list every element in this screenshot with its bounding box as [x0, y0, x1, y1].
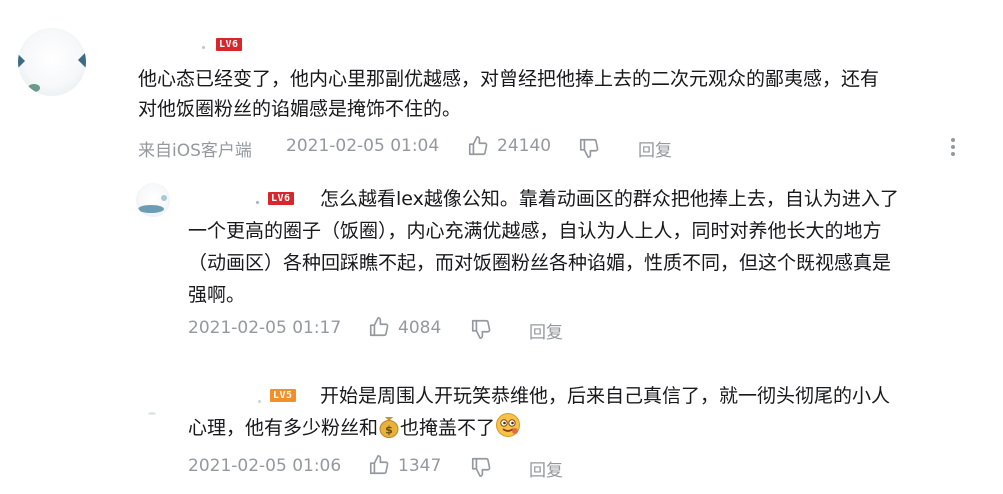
reply-timestamp: 2021-02-05 01:06: [188, 456, 342, 476]
like-count: 1347: [398, 456, 442, 476]
comment-text-line: 对他饭圈粉丝的谄媚感是掩饰不住的。: [138, 98, 462, 120]
reply-text: 怎么越看lex越像公知。靠着动画区的群众把他捧上去，自认为进入了 一个更高的圈子…: [188, 183, 978, 311]
like-count: 24140: [497, 136, 552, 156]
money-bag-icon: $: [378, 414, 400, 448]
comment-timestamp: 2021-02-05 01:04: [286, 136, 440, 156]
reply-text-line: （动画区）各种回踩瞧不起，而对饭圈粉丝各种谄媚，性质不同，但这个既视感真是: [188, 252, 892, 274]
reply-text-line: 一个更高的圈子（饭圈），内心充满优越感，自认为人上人，同时对养他长大的地方: [188, 220, 882, 242]
reply-text-line: 心理，他有多少粉丝和 $ 也掩盖不了: [188, 412, 978, 448]
reply-text-line: 开始是周围人开玩笑恭维他，后来自己真信了，就一彻头彻尾的小人: [320, 385, 891, 407]
thumb-up-icon[interactable]: [368, 454, 390, 476]
reply-timestamp: 2021-02-05 01:17: [188, 318, 342, 338]
svg-text:$: $: [385, 424, 393, 437]
sly-smile-emoji-icon: [495, 412, 521, 448]
level-badge: LV6: [216, 38, 242, 51]
avatar-image-detail: [28, 84, 40, 92]
reply-button[interactable]: 回复: [638, 136, 672, 161]
reply-text: 开始是周围人开玩笑恭维他，后来自己真信了，就一彻头彻尾的小人 心理，他有多少粉丝…: [188, 380, 978, 448]
comment-text: 他心态已经变了，他内心里那副优越感，对曾经把他捧上去的二次元观众的鄙夷感，还有 …: [138, 64, 968, 124]
avatar[interactable]: [18, 28, 86, 96]
thumb-down-icon[interactable]: [470, 318, 492, 340]
reply-text-segment: 也掩盖不了: [400, 417, 496, 439]
more-vertical-icon[interactable]: [951, 138, 957, 159]
comment-text-line: 他心态已经变了，他内心里那副优越感，对曾经把他捧上去的二次元观众的鄙夷感，还有: [138, 68, 880, 90]
thumb-down-icon[interactable]: [470, 456, 492, 478]
thumb-up-icon[interactable]: [467, 135, 489, 157]
reply-avatar[interactable]: [136, 183, 170, 217]
reply-text-segment: 心理，他有多少粉丝和: [188, 417, 379, 439]
thumb-down-icon[interactable]: [578, 137, 600, 159]
username-placeholder-mark: [202, 46, 205, 49]
reply-button[interactable]: 回复: [529, 456, 563, 481]
thumb-up-icon[interactable]: [368, 316, 390, 338]
reply-text-line: 怎么越看lex越像公知。靠着动画区的群众把他捧上去，自认为进入了: [320, 188, 899, 210]
avatar[interactable]: [148, 412, 156, 415]
like-count: 4084: [398, 318, 442, 338]
comment-source: 来自iOS客户端: [138, 141, 252, 161]
reply-text-line: 强啊。: [188, 284, 246, 306]
reply-button[interactable]: 回复: [529, 318, 563, 343]
